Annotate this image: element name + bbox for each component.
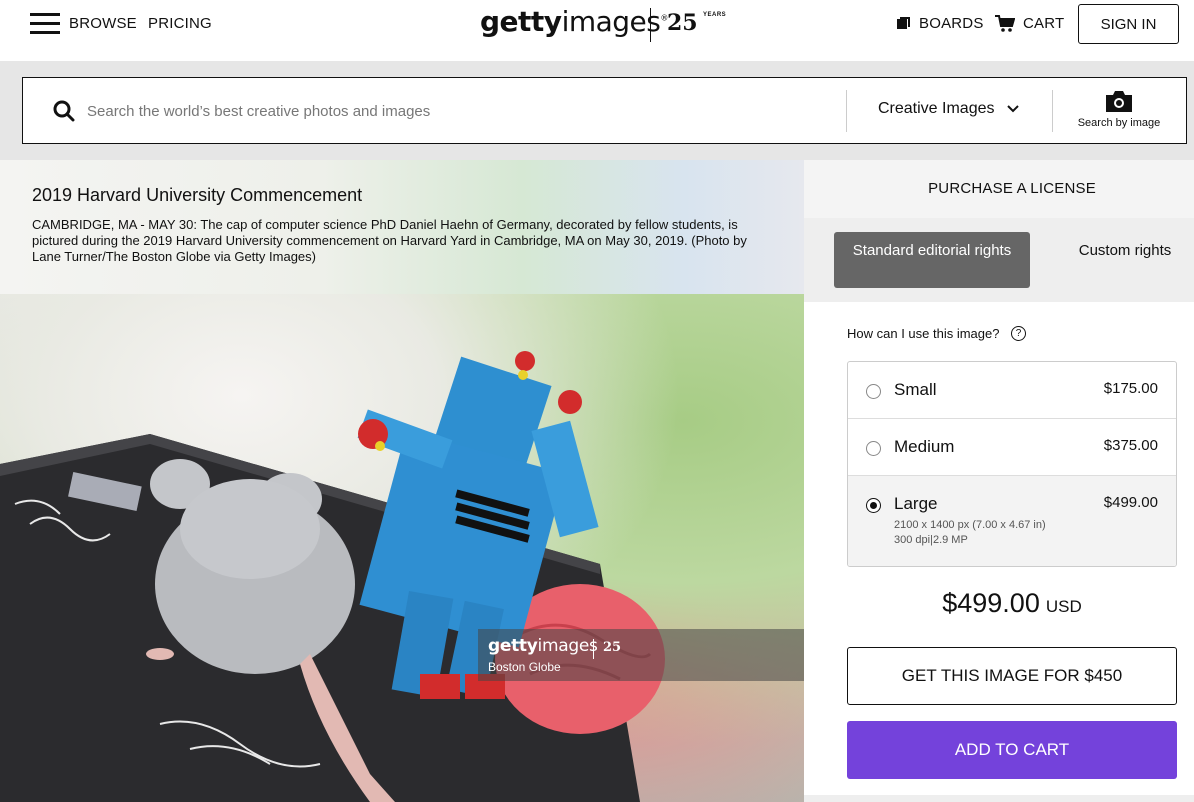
logo-text-bold: getty — [480, 5, 562, 38]
size-option-medium[interactable]: Medium $375.00 — [848, 419, 1176, 476]
photo-illustration — [0, 351, 665, 802]
size-option-small[interactable]: Small $175.00 — [848, 362, 1176, 419]
license-panel-header: PURCHASE A LICENSE — [804, 160, 1194, 218]
watermark: gettyimages 25 Boston Globe — [478, 629, 804, 681]
anniversary-logo: 25 YEARS — [667, 10, 726, 36]
total-currency: USD — [1045, 597, 1082, 616]
image-caption-area: 2019 Harvard University Commencement CAM… — [0, 160, 804, 294]
image-title: 2019 Harvard University Commencement — [32, 185, 363, 205]
logo-text-light: images — [561, 5, 661, 38]
cart-link[interactable]: CART — [1023, 15, 1064, 32]
add-to-cart-button[interactable]: ADD TO CART — [847, 721, 1177, 779]
size-options: Small $175.00 Medium $375.00 Large $499.… — [847, 361, 1177, 567]
watermark-logo: gettyimages — [488, 636, 598, 656]
search-divider — [846, 90, 847, 132]
image-preview[interactable]: gettyimages 25 Boston Globe — [0, 294, 804, 802]
usage-question: How can I use this image? — [847, 326, 1000, 341]
size-dimensions: 2100 x 1400 px (7.00 x 4.67 in) — [894, 519, 1046, 531]
anniversary-number: 25 — [667, 10, 698, 36]
camera-icon[interactable] — [1106, 90, 1132, 112]
sign-in-button[interactable]: SIGN IN — [1078, 4, 1179, 44]
anniversary-word: YEARS — [703, 12, 727, 18]
help-icon[interactable]: ? — [1011, 326, 1026, 341]
pricing-link[interactable]: PRICING — [148, 15, 212, 32]
search-input[interactable] — [87, 97, 827, 125]
size-price: $175.00 — [1103, 380, 1158, 397]
custom-rights-tab[interactable]: Custom rights — [1051, 242, 1194, 260]
panel-title: PURCHASE A LICENSE — [928, 180, 1096, 197]
watermark-anniversary: 25 — [603, 640, 622, 655]
search-band: Creative Images Search by image — [0, 61, 1194, 160]
search-icon[interactable] — [53, 100, 75, 122]
image-caption: CAMBRIDGE, MA - MAY 30: The cap of compu… — [32, 217, 747, 264]
size-resolution: 300 dpi|2.9 MP — [894, 534, 968, 546]
size-name: Small — [894, 380, 937, 399]
boards-link[interactable]: BOARDS — [919, 15, 984, 32]
search-divider — [1052, 90, 1053, 132]
size-radio-selected[interactable] — [866, 498, 881, 513]
get-this-image-button[interactable]: GET THIS IMAGE FOR $450 — [847, 647, 1177, 705]
watermark-divider — [593, 639, 594, 659]
size-radio[interactable] — [866, 441, 881, 456]
watermark-logo-bold: getty — [488, 636, 538, 656]
search-bar: Creative Images Search by image — [22, 77, 1187, 144]
boards-icon[interactable] — [897, 17, 910, 30]
image-type-select[interactable]: Creative Images — [878, 100, 995, 118]
watermark-logo-light: images — [537, 636, 598, 656]
size-radio[interactable] — [866, 384, 881, 399]
rights-toggle: Standard editorial rights Custom rights — [804, 218, 1194, 302]
hamburger-menu-icon[interactable] — [30, 13, 60, 35]
total-amount: $499.00 — [942, 588, 1040, 618]
cart-icon[interactable] — [995, 15, 1015, 32]
size-option-large[interactable]: Large $499.00 2100 x 1400 px (7.00 x 4.6… — [848, 476, 1176, 566]
total-price: $499.00 USD — [804, 588, 1194, 619]
site-header: BROWSE PRICING gettyimages® 25 YEARS BOAR… — [0, 0, 1194, 61]
search-by-image-label[interactable]: Search by image — [1077, 117, 1161, 129]
browse-link[interactable]: BROWSE — [69, 15, 137, 32]
size-price: $375.00 — [1103, 437, 1158, 454]
chevron-down-icon[interactable] — [1007, 105, 1019, 113]
size-price: $499.00 — [1103, 494, 1158, 511]
standard-editorial-rights-tab[interactable]: Standard editorial rights — [834, 232, 1030, 288]
watermark-credit: Boston Globe — [488, 660, 561, 674]
size-name: Large — [894, 494, 938, 513]
size-name: Medium — [894, 437, 955, 456]
gettyimages-logo[interactable]: gettyimages® — [480, 5, 668, 38]
license-panel: PURCHASE A LICENSE Standard editorial ri… — [804, 160, 1194, 802]
logo-divider — [650, 8, 651, 42]
panel-footer-strip — [804, 795, 1194, 802]
